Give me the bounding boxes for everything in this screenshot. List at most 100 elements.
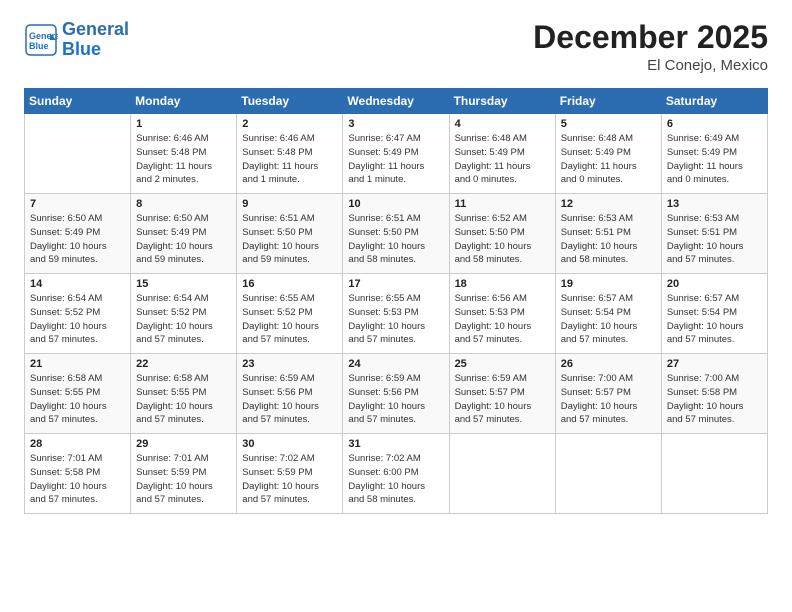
page: General Blue General Blue December 2025 … (0, 0, 792, 612)
weekday-row: Sunday Monday Tuesday Wednesday Thursday… (25, 89, 768, 114)
cell-text: Sunrise: 7:00 AMSunset: 5:57 PMDaylight:… (561, 373, 638, 425)
day-number: 30 (242, 438, 337, 450)
calendar-table: Sunday Monday Tuesday Wednesday Thursday… (24, 88, 768, 514)
calendar-cell (25, 114, 131, 194)
day-number: 26 (561, 358, 656, 370)
cell-text: Sunrise: 7:01 AMSunset: 5:58 PMDaylight:… (30, 453, 107, 505)
day-number: 9 (242, 198, 337, 210)
calendar-cell: 11 Sunrise: 6:52 AMSunset: 5:50 PMDayligh… (449, 194, 555, 274)
cell-text: Sunrise: 6:47 AMSunset: 5:49 PMDaylight:… (348, 133, 424, 185)
cell-text: Sunrise: 7:02 AMSunset: 6:00 PMDaylight:… (348, 453, 425, 505)
calendar-body: 1 Sunrise: 6:46 AMSunset: 5:48 PMDaylight… (25, 114, 768, 514)
calendar-cell: 18 Sunrise: 6:56 AMSunset: 5:53 PMDayligh… (449, 274, 555, 354)
calendar-cell: 16 Sunrise: 6:55 AMSunset: 5:52 PMDayligh… (237, 274, 343, 354)
day-number: 6 (667, 118, 762, 130)
day-number: 7 (30, 198, 125, 210)
day-number: 23 (242, 358, 337, 370)
day-number: 27 (667, 358, 762, 370)
calendar-cell: 3 Sunrise: 6:47 AMSunset: 5:49 PMDaylight… (343, 114, 449, 194)
day-number: 3 (348, 118, 443, 130)
cell-text: Sunrise: 6:51 AMSunset: 5:50 PMDaylight:… (348, 213, 425, 265)
calendar-cell: 5Sunrise: 6:48 AMSunset: 5:49 PMDaylight… (555, 114, 661, 194)
cell-text: Sunrise: 6:54 AMSunset: 5:52 PMDaylight:… (136, 293, 213, 345)
cell-text: Sunrise: 7:02 AMSunset: 5:59 PMDaylight:… (242, 453, 319, 505)
cell-text: Sunrise: 6:59 AMSunset: 5:56 PMDaylight:… (348, 373, 425, 425)
col-monday: Monday (131, 89, 237, 114)
calendar-cell: 7 Sunrise: 6:50 AMSunset: 5:49 PMDaylight… (25, 194, 131, 274)
day-number: 16 (242, 278, 337, 290)
day-number: 1 (136, 118, 231, 130)
cell-text: Sunrise: 6:46 AMSunset: 5:48 PMDaylight:… (242, 133, 318, 185)
calendar-cell: 2 Sunrise: 6:46 AMSunset: 5:48 PMDaylight… (237, 114, 343, 194)
day-number: 28 (30, 438, 125, 450)
calendar-cell: 17Sunrise: 6:55 AMSunset: 5:53 PMDayligh… (343, 274, 449, 354)
calendar-week-4: 21 Sunrise: 6:58 AMSunset: 5:55 PMDayligh… (25, 354, 768, 434)
day-number: 14 (30, 278, 125, 290)
day-number: 22 (136, 358, 231, 370)
calendar-cell: 9 Sunrise: 6:51 AMSunset: 5:50 PMDaylight… (237, 194, 343, 274)
svg-text:Blue: Blue (29, 41, 49, 51)
logo-general: General (62, 20, 129, 40)
calendar-cell: 14 Sunrise: 6:54 AMSunset: 5:52 PMDayligh… (25, 274, 131, 354)
day-number: 11 (455, 198, 550, 210)
day-number: 2 (242, 118, 337, 130)
calendar-cell: 19 Sunrise: 6:57 AMSunset: 5:54 PMDayligh… (555, 274, 661, 354)
day-number: 19 (561, 278, 656, 290)
cell-text: Sunrise: 6:54 AMSunset: 5:52 PMDaylight:… (30, 293, 107, 345)
col-thursday: Thursday (449, 89, 555, 114)
location: El Conejo, Mexico (533, 57, 768, 74)
cell-text: Sunrise: 6:52 AMSunset: 5:50 PMDaylight:… (455, 213, 532, 265)
logo-icon: General Blue (24, 23, 58, 57)
day-number: 12 (561, 198, 656, 210)
col-saturday: Saturday (661, 89, 767, 114)
calendar-cell: 23Sunrise: 6:59 AMSunset: 5:56 PMDayligh… (237, 354, 343, 434)
title-block: December 2025 El Conejo, Mexico (533, 20, 768, 74)
cell-text: Sunrise: 7:00 AMSunset: 5:58 PMDaylight:… (667, 373, 744, 425)
cell-text: Sunrise: 6:50 AMSunset: 5:49 PMDaylight:… (30, 213, 107, 265)
calendar-cell: 27 Sunrise: 7:00 AMSunset: 5:58 PMDayligh… (661, 354, 767, 434)
day-number: 21 (30, 358, 125, 370)
cell-text: Sunrise: 6:58 AMSunset: 5:55 PMDaylight:… (30, 373, 107, 425)
calendar-cell (555, 434, 661, 514)
calendar-week-2: 7 Sunrise: 6:50 AMSunset: 5:49 PMDaylight… (25, 194, 768, 274)
calendar-cell: 24Sunrise: 6:59 AMSunset: 5:56 PMDayligh… (343, 354, 449, 434)
calendar-cell: 26 Sunrise: 7:00 AMSunset: 5:57 PMDayligh… (555, 354, 661, 434)
cell-text: Sunrise: 6:53 AMSunset: 5:51 PMDaylight:… (561, 213, 638, 265)
col-tuesday: Tuesday (237, 89, 343, 114)
col-sunday: Sunday (25, 89, 131, 114)
col-wednesday: Wednesday (343, 89, 449, 114)
calendar-header: Sunday Monday Tuesday Wednesday Thursday… (25, 89, 768, 114)
cell-text: Sunrise: 6:57 AMSunset: 5:54 PMDaylight:… (561, 293, 638, 345)
calendar-week-1: 1 Sunrise: 6:46 AMSunset: 5:48 PMDaylight… (25, 114, 768, 194)
calendar-cell (661, 434, 767, 514)
logo: General Blue General Blue (24, 20, 129, 60)
day-number: 13 (667, 198, 762, 210)
calendar-cell (449, 434, 555, 514)
cell-text: Sunrise: 6:55 AMSunset: 5:52 PMDaylight:… (242, 293, 319, 345)
calendar-cell: 31 Sunrise: 7:02 AMSunset: 6:00 PMDayligh… (343, 434, 449, 514)
calendar-week-5: 28 Sunrise: 7:01 AMSunset: 5:58 PMDayligh… (25, 434, 768, 514)
calendar-cell: 22Sunrise: 6:58 AMSunset: 5:55 PMDayligh… (131, 354, 237, 434)
month-title: December 2025 (533, 20, 768, 55)
calendar-cell: 1 Sunrise: 6:46 AMSunset: 5:48 PMDaylight… (131, 114, 237, 194)
calendar-cell: 8Sunrise: 6:50 AMSunset: 5:49 PMDaylight… (131, 194, 237, 274)
cell-text: Sunrise: 6:48 AMSunset: 5:49 PMDaylight:… (455, 133, 531, 185)
calendar-cell: 21 Sunrise: 6:58 AMSunset: 5:55 PMDayligh… (25, 354, 131, 434)
calendar-cell: 10 Sunrise: 6:51 AMSunset: 5:50 PMDayligh… (343, 194, 449, 274)
calendar-cell: 25Sunrise: 6:59 AMSunset: 5:57 PMDayligh… (449, 354, 555, 434)
cell-text: Sunrise: 6:50 AMSunset: 5:49 PMDaylight:… (136, 213, 213, 265)
cell-text: Sunrise: 6:56 AMSunset: 5:53 PMDaylight:… (455, 293, 532, 345)
day-number: 18 (455, 278, 550, 290)
calendar-cell: 20Sunrise: 6:57 AMSunset: 5:54 PMDayligh… (661, 274, 767, 354)
cell-text: Sunrise: 6:51 AMSunset: 5:50 PMDaylight:… (242, 213, 319, 265)
header: General Blue General Blue December 2025 … (24, 20, 768, 74)
calendar-cell: 28 Sunrise: 7:01 AMSunset: 5:58 PMDayligh… (25, 434, 131, 514)
day-number: 25 (455, 358, 550, 370)
calendar-cell: 6 Sunrise: 6:49 AMSunset: 5:49 PMDaylight… (661, 114, 767, 194)
cell-text: Sunrise: 6:46 AMSunset: 5:48 PMDaylight:… (136, 133, 212, 185)
cell-text: Sunrise: 6:49 AMSunset: 5:49 PMDaylight:… (667, 133, 743, 185)
day-number: 31 (348, 438, 443, 450)
calendar-cell: 13Sunrise: 6:53 AMSunset: 5:51 PMDayligh… (661, 194, 767, 274)
day-number: 4 (455, 118, 550, 130)
day-number: 10 (348, 198, 443, 210)
